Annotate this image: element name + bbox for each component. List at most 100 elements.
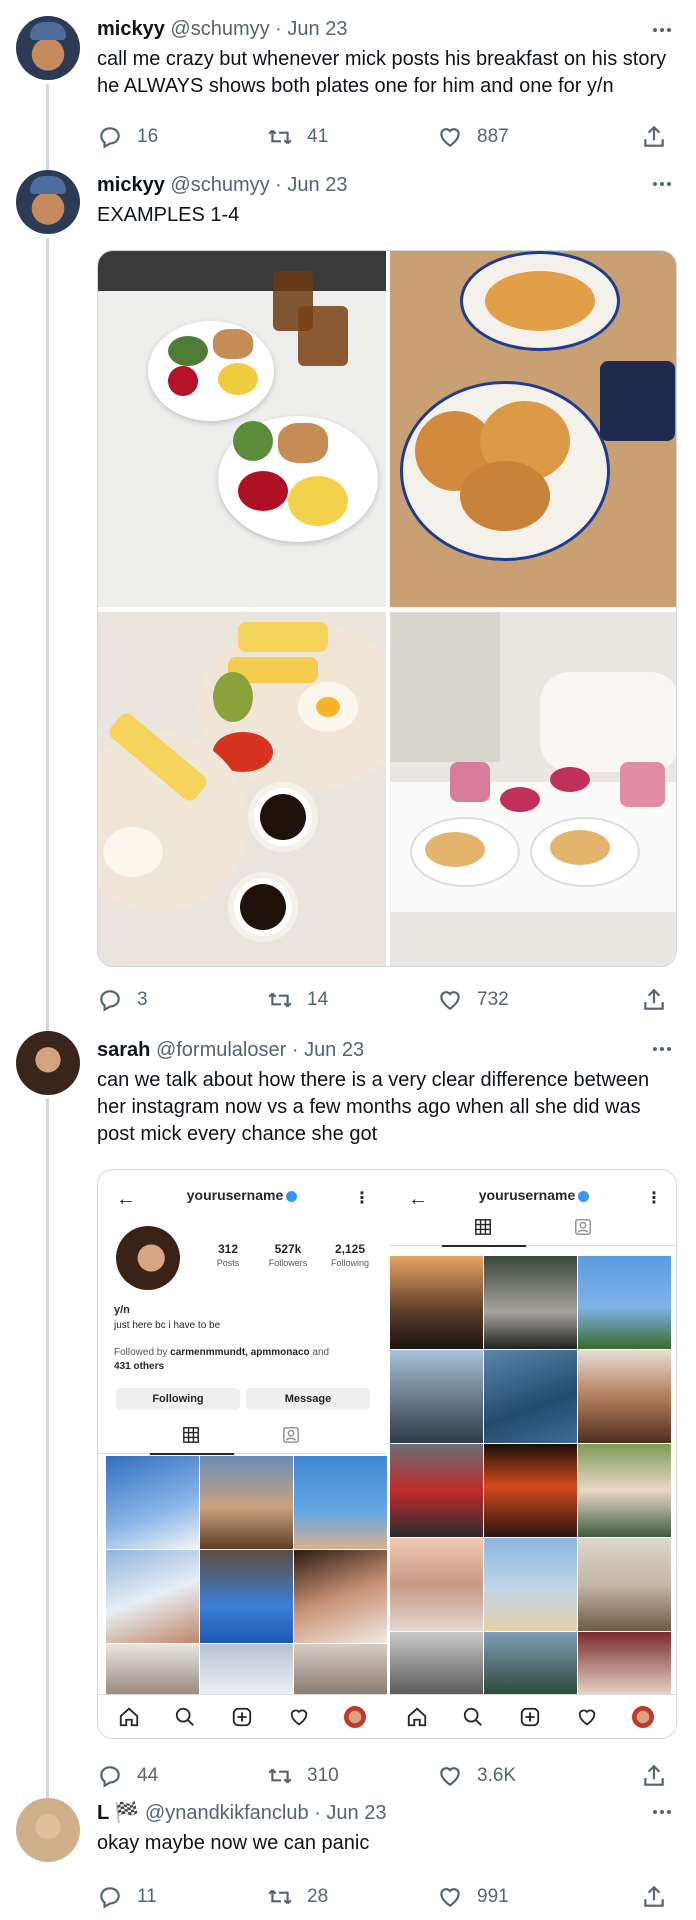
ig-post[interactable] — [578, 1444, 671, 1537]
heart-icon[interactable] — [576, 1706, 598, 1728]
author-name[interactable]: mickyy — [97, 174, 165, 196]
instagram-comparison-image[interactable]: ← yourusername ⋮ 312 Posts 527k Followers … — [97, 1169, 677, 1739]
tweet-date[interactable]: Jun 23 — [304, 1039, 364, 1061]
ig-post[interactable] — [484, 1256, 577, 1349]
ig-followers-count[interactable]: 527k Followers — [258, 1242, 318, 1268]
ig-post[interactable] — [484, 1350, 577, 1443]
more-options-icon[interactable] — [642, 20, 682, 40]
author-handle[interactable]: @schumyy — [170, 18, 269, 40]
like-button[interactable]: 732 — [437, 985, 509, 1015]
tweet-date[interactable]: Jun 23 — [287, 174, 347, 196]
retweet-button[interactable]: 28 — [267, 1882, 328, 1912]
ig-username: yourusername — [390, 1187, 676, 1203]
author-handle[interactable]: @ynandkikfanclub — [145, 1802, 309, 1824]
tagged-tab-icon[interactable] — [282, 1426, 302, 1446]
like-button[interactable]: 991 — [437, 1882, 509, 1912]
tweet-text: okay maybe now we can panic — [97, 1832, 370, 1854]
avatar[interactable] — [16, 1031, 80, 1095]
reply-button[interactable]: 16 — [97, 122, 158, 152]
share-button[interactable] — [641, 1882, 667, 1912]
ig-post[interactable] — [106, 1644, 199, 1694]
ig-following-count[interactable]: 2,125 Following — [320, 1242, 380, 1268]
photo-bed-breakfast[interactable] — [390, 612, 676, 966]
avatar[interactable] — [16, 16, 80, 80]
ig-post[interactable] — [390, 1350, 483, 1443]
author-handle[interactable]: @formulaloser — [156, 1039, 286, 1061]
share-button[interactable] — [641, 122, 667, 152]
retweet-button[interactable]: 14 — [267, 985, 328, 1015]
reply-button[interactable]: 11 — [97, 1882, 157, 1912]
author-name[interactable]: mickyy — [97, 18, 165, 40]
ig-post[interactable] — [484, 1632, 577, 1694]
share-button[interactable] — [641, 1761, 667, 1791]
ig-profile-avatar[interactable] — [116, 1226, 180, 1290]
tagged-tab-icon[interactable] — [574, 1218, 594, 1238]
share-button[interactable] — [641, 985, 667, 1015]
tweet-date[interactable]: Jun 23 — [287, 18, 347, 40]
like-button[interactable]: 3.6K — [437, 1761, 516, 1791]
new-post-icon[interactable] — [231, 1706, 253, 1728]
reply-count: 44 — [137, 1765, 159, 1786]
avatar[interactable] — [16, 1798, 80, 1862]
ig-header: ← yourusername ⋮ — [98, 1170, 386, 1226]
search-icon[interactable] — [462, 1706, 484, 1728]
ig-post[interactable] — [578, 1632, 671, 1694]
home-icon[interactable] — [118, 1706, 140, 1728]
more-options-icon[interactable]: ⋮ — [646, 1188, 662, 1208]
ig-post[interactable] — [484, 1444, 577, 1537]
thread-line — [46, 1099, 49, 1844]
tweet-header: sarah @formulaloser · Jun 23 — [97, 1037, 677, 1063]
ig-post[interactable] — [294, 1456, 387, 1549]
more-options-icon[interactable] — [642, 174, 682, 194]
reply-icon — [100, 1887, 120, 1909]
ig-post[interactable] — [106, 1550, 199, 1643]
search-icon[interactable] — [174, 1706, 196, 1728]
author-handle[interactable]: @schumyy — [170, 174, 269, 196]
ig-post[interactable] — [200, 1550, 293, 1643]
tweet-text: EXAMPLES 1-4 — [97, 204, 240, 226]
ig-post[interactable] — [578, 1256, 671, 1349]
grid-tab-icon[interactable] — [150, 1426, 234, 1455]
profile-avatar-icon[interactable] — [344, 1706, 366, 1728]
profile-avatar-icon[interactable] — [632, 1706, 654, 1728]
ig-post[interactable] — [200, 1644, 293, 1694]
ig-post[interactable] — [390, 1538, 483, 1631]
photo-breakfast-1[interactable] — [98, 251, 386, 607]
retweet-button[interactable]: 41 — [267, 122, 328, 152]
ig-post[interactable] — [390, 1632, 483, 1694]
ig-post[interactable] — [294, 1550, 387, 1643]
ig-post[interactable] — [106, 1456, 199, 1549]
more-options-icon[interactable] — [642, 1039, 682, 1059]
reply-icon — [100, 1766, 120, 1788]
author-name[interactable]: L 🏁 — [97, 1802, 139, 1824]
instagram-profile-now: ← yourusername ⋮ 312 Posts 527k Followers … — [98, 1170, 387, 1738]
ig-post[interactable] — [484, 1538, 577, 1631]
reply-button[interactable]: 44 — [97, 1761, 158, 1791]
ig-post[interactable] — [390, 1444, 483, 1537]
like-count: 887 — [477, 126, 509, 147]
more-options-icon[interactable] — [642, 1802, 682, 1822]
avatar[interactable] — [16, 170, 80, 234]
separator: · — [286, 1039, 305, 1061]
author-name[interactable]: sarah — [97, 1039, 150, 1061]
message-button[interactable]: Message — [246, 1388, 370, 1410]
home-icon[interactable] — [406, 1706, 428, 1728]
following-button[interactable]: Following — [116, 1388, 240, 1410]
ig-post[interactable] — [390, 1256, 483, 1349]
grid-tab-icon[interactable] — [442, 1218, 526, 1247]
photo-pancakes-1[interactable] — [390, 251, 676, 607]
reply-button[interactable]: 3 — [97, 985, 148, 1015]
heart-icon[interactable] — [288, 1706, 310, 1728]
like-button[interactable]: 887 — [437, 122, 509, 152]
ig-post[interactable] — [578, 1538, 671, 1631]
more-options-icon[interactable]: ⋮ — [354, 1188, 370, 1208]
ig-post[interactable] — [578, 1350, 671, 1443]
photo-cheese-eggs[interactable] — [98, 612, 386, 966]
retweet-count: 310 — [307, 1765, 339, 1786]
retweet-button[interactable]: 310 — [267, 1761, 339, 1791]
tweet-date[interactable]: Jun 23 — [326, 1802, 386, 1824]
ig-username: yourusername — [98, 1187, 386, 1203]
ig-post[interactable] — [200, 1456, 293, 1549]
ig-post[interactable] — [294, 1644, 387, 1694]
new-post-icon[interactable] — [519, 1706, 541, 1728]
